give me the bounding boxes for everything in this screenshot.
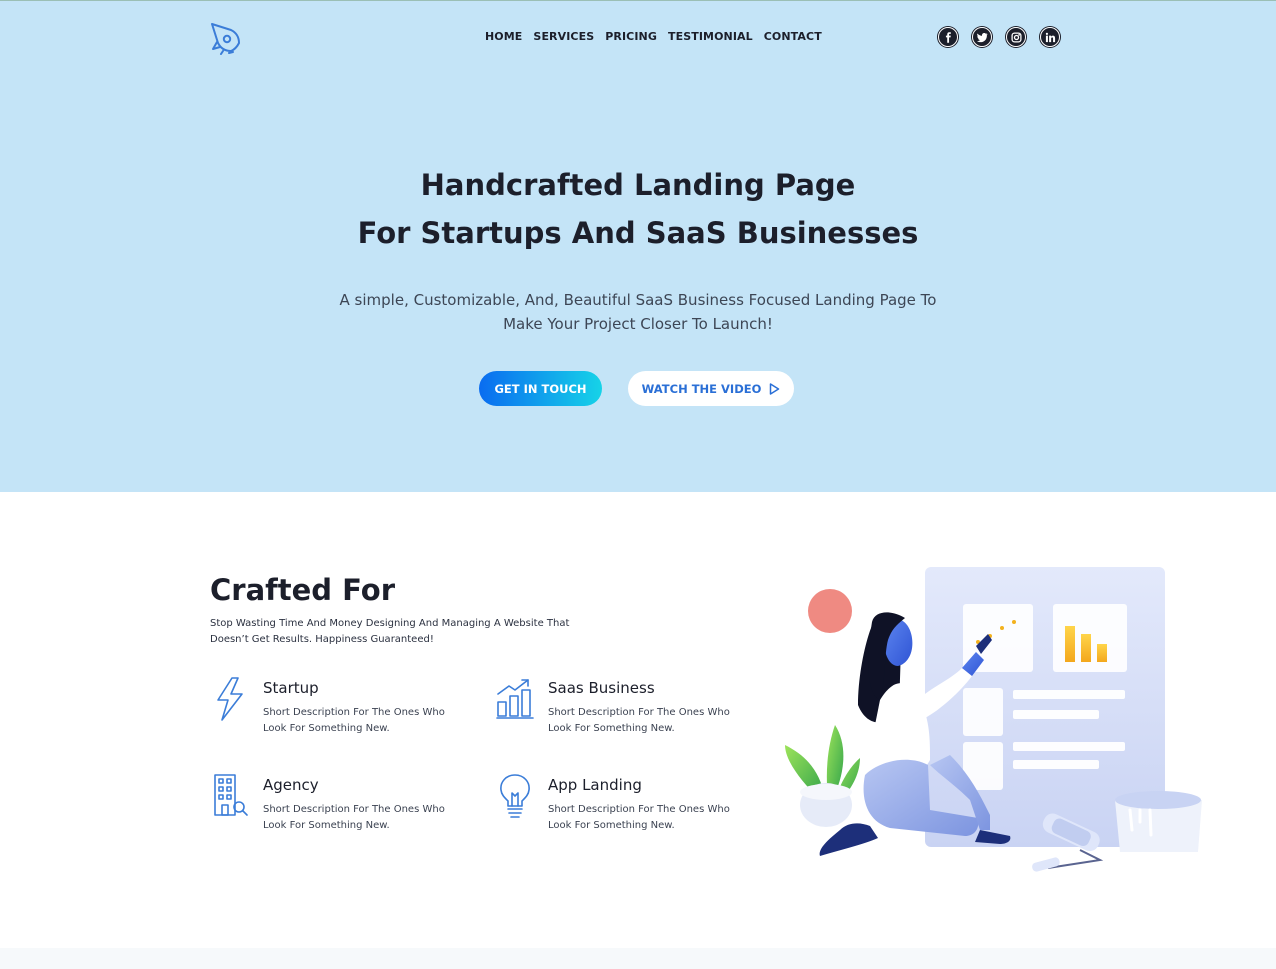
- crafted-title: Crafted For: [210, 573, 396, 607]
- linkedin-icon[interactable]: [1040, 27, 1060, 47]
- hero-subtitle-line2: Make Your Project Closer To Launch!: [503, 315, 773, 333]
- feature-description-line2: Look For Something New.: [548, 820, 675, 831]
- crafted-description-line2: Doesn’t Get Results. Happiness Guarantee…: [210, 634, 434, 645]
- feature-description-line2: Look For Something New.: [548, 723, 675, 734]
- twitter-icon[interactable]: [972, 27, 992, 47]
- watch-video-label: WATCH THE VIDEO: [641, 381, 762, 396]
- feature-description-line2: Look For Something New.: [263, 723, 390, 734]
- illustration-woman-dashboard: [785, 567, 1202, 872]
- get-in-touch-button[interactable]: GET IN TOUCH: [479, 371, 602, 406]
- nav-contact[interactable]: CONTACT: [764, 30, 822, 43]
- hero-section: HOME SERVICES PRICING TESTIMONIAL CONTAC…: [0, 0, 1276, 492]
- feature-agency: Agency Short Description For The Ones Wh…: [210, 773, 480, 843]
- nav-pricing[interactable]: PRICING: [605, 30, 657, 43]
- feature-description-line1: Short Description For The Ones Who: [548, 707, 730, 718]
- feature-name: Startup: [263, 679, 319, 697]
- feature-description-line1: Short Description For The Ones Who: [263, 707, 445, 718]
- nav-services[interactable]: SERVICES: [533, 30, 594, 43]
- main-nav: HOME SERVICES PRICING TESTIMONIAL CONTAC…: [485, 30, 833, 43]
- feature-description-line1: Short Description For The Ones Who: [548, 804, 730, 815]
- social-links: [938, 27, 1060, 47]
- feature-description: Short Description For The Ones Who Look …: [263, 705, 445, 737]
- lightbulb-icon: [500, 774, 530, 818]
- feature-app-landing: App Landing Short Description For The On…: [495, 773, 765, 843]
- facebook-icon[interactable]: [938, 27, 958, 47]
- feature-description-line2: Look For Something New.: [263, 820, 390, 831]
- feature-name: Saas Business: [548, 679, 655, 697]
- nav-home[interactable]: HOME: [485, 30, 522, 43]
- hero-subtitle-line1: A simple, Customizable, And, Beautiful S…: [339, 291, 937, 309]
- bar-chart-icon: [496, 679, 534, 719]
- crafted-description: Stop Wasting Time And Money Designing An…: [210, 616, 630, 648]
- hero-title-line2: For Startups And SaaS Businesses: [357, 216, 919, 250]
- feature-description: Short Description For The Ones Who Look …: [548, 705, 730, 737]
- feature-startup: Startup Short Description For The Ones W…: [210, 676, 480, 746]
- crafted-description-line1: Stop Wasting Time And Money Designing An…: [210, 618, 570, 629]
- hero-subtitle: A simple, Customizable, And, Beautiful S…: [0, 288, 1276, 336]
- feature-name: Agency: [263, 776, 319, 794]
- hero-title-line1: Handcrafted Landing Page: [420, 168, 856, 202]
- building-icon: [214, 774, 248, 816]
- feature-saas-business: Saas Business Short Description For The …: [495, 676, 765, 746]
- hero-title: Handcrafted Landing Page For Startups An…: [0, 161, 1276, 257]
- feature-description-line1: Short Description For The Ones Who: [263, 804, 445, 815]
- next-section-strip: [0, 948, 1276, 969]
- lightning-icon: [217, 677, 243, 721]
- nav-testimonial[interactable]: TESTIMONIAL: [668, 30, 753, 43]
- instagram-icon[interactable]: [1006, 27, 1026, 47]
- get-in-touch-label: GET IN TOUCH: [494, 381, 587, 396]
- watch-video-button[interactable]: WATCH THE VIDEO: [628, 371, 794, 406]
- rocket-icon[interactable]: [209, 21, 243, 55]
- feature-description: Short Description For The Ones Who Look …: [263, 802, 445, 834]
- feature-description: Short Description For The Ones Who Look …: [548, 802, 730, 834]
- feature-name: App Landing: [548, 776, 642, 794]
- play-icon: [770, 382, 780, 395]
